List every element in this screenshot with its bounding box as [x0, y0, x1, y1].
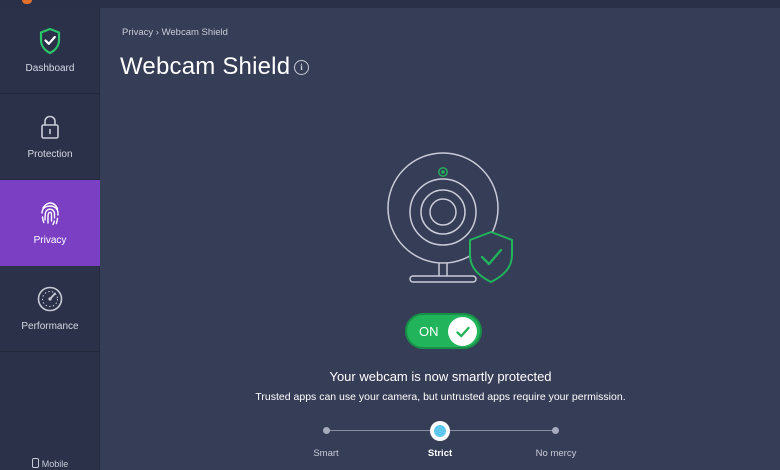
- protection-toggle[interactable]: ON: [405, 313, 482, 349]
- checkmark-icon: [455, 326, 470, 337]
- sidebar-item-label: Mobile: [41, 459, 69, 469]
- sidebar-item-label: Privacy: [33, 235, 67, 246]
- breadcrumb[interactable]: Privacy › Webcam Shield: [122, 27, 228, 38]
- info-icon[interactable]: i: [294, 60, 309, 75]
- protection-mode-slider[interactable]: Smart Strict No mercy: [306, 421, 577, 470]
- sidebar-item-privacy[interactable]: Privacy: [0, 180, 100, 266]
- status-description: Trusted apps can use your camera, but un…: [255, 391, 626, 403]
- sidebar-item-dashboard[interactable]: Dashboard: [0, 8, 100, 94]
- sidebar-item-protection[interactable]: Protection: [0, 94, 100, 180]
- speedometer-icon: [36, 285, 64, 313]
- sidebar-item-label: Performance: [21, 321, 79, 332]
- mode-option-no-mercy[interactable]: No mercy: [536, 448, 577, 459]
- sidebar-item-label: Protection: [27, 149, 73, 160]
- sidebar-item-label: Dashboard: [25, 63, 75, 74]
- webcam-illustration: [379, 152, 529, 292]
- mobile-icon: [31, 458, 39, 468]
- shield-check-icon: [36, 27, 64, 55]
- page-title: Webcam Shield: [120, 53, 291, 80]
- toggle-label: ON: [419, 324, 439, 339]
- webcam-icon: [387, 152, 513, 283]
- mode-option-strict[interactable]: Strict: [428, 448, 452, 459]
- mode-option-smart[interactable]: Smart: [313, 448, 338, 459]
- slider-stop-no-mercy[interactable]: [552, 427, 559, 434]
- slider-thumb-inner: [434, 425, 446, 437]
- sidebar-item-mobile[interactable]: Mobile: [0, 458, 100, 469]
- app-window: Dashboard Protection Privacy Performance…: [0, 0, 780, 470]
- slider-stop-smart[interactable]: [323, 427, 330, 434]
- lock-icon: [36, 113, 64, 141]
- main-panel: Privacy › Webcam Shield Webcam Shield i …: [101, 8, 780, 470]
- app-logo: [22, 0, 32, 4]
- sidebar-item-performance[interactable]: Performance: [0, 266, 100, 352]
- status-title: Your webcam is now smartly protected: [329, 369, 552, 384]
- title-bar: [0, 0, 780, 8]
- toggle-knob: [448, 317, 477, 346]
- slider-thumb[interactable]: [430, 421, 450, 441]
- sidebar: Dashboard Protection Privacy Performance…: [0, 8, 100, 470]
- fingerprint-icon: [36, 199, 64, 227]
